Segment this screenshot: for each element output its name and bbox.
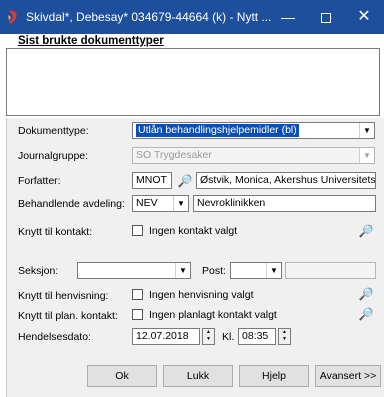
binoculars-icon[interactable]: 🔎 [176,174,194,188]
avdeling-code: NEV [136,197,158,209]
henvisning-checkbox[interactable] [132,289,143,300]
henvisning-option-label: Ingen henvisning valgt [149,289,254,301]
spin-up-icon[interactable]: ▲ [203,329,214,336]
spin-down-icon[interactable]: ▼ [203,336,214,343]
post-select[interactable]: ▼ [230,262,282,279]
spin-up-icon[interactable]: ▲ [279,329,290,336]
forfatter-name-field: Østvik, Monica, Akershus Universitetssy [196,172,376,189]
avdeling-select[interactable]: NEV ▼ [132,195,189,212]
seksjon-select[interactable]: ▼ [77,262,191,279]
maximize-icon [321,13,331,24]
date-field[interactable]: 12.07.2018 [132,328,200,345]
forfatter-code-field[interactable]: MNOT [132,172,172,189]
chevron-down-icon[interactable]: ▼ [173,196,188,211]
dokumenttype-select[interactable]: Utlån behandlingshjelpemidler (bl) ▼ [132,122,375,139]
binoculars-icon[interactable]: 🔎 [357,287,375,301]
hjelp-button[interactable]: Hjelp [239,365,309,387]
app-icon [8,10,17,24]
binoculars-icon[interactable]: 🔎 [357,224,375,238]
post-label: Post: [202,265,226,277]
chevron-down-icon[interactable]: ▼ [359,148,374,163]
plan-kontakt-checkbox[interactable] [132,309,143,320]
spin-down-icon[interactable]: ▼ [279,336,290,343]
recent-doctypes-label: Sist brukte dokumenttyper [18,35,164,47]
seksjon-label: Seksjon: [18,265,59,277]
kontakt-checkbox[interactable] [132,225,143,236]
kontakt-option-label: Ingen kontakt valgt [149,225,238,237]
avdeling-name-field: Nevroklinikken [193,195,376,212]
henvisning-label: Knytt til henvisning: [18,290,109,302]
dokumenttype-value: Utlån behandlingshjelpemidler (bl) [136,124,299,137]
chevron-down-icon[interactable]: ▼ [266,263,281,278]
journalgruppe-select[interactable]: SO Trygdesaker ▼ [132,147,375,164]
lukk-button[interactable]: Lukk [163,365,233,387]
journalgruppe-value: SO Trygdesaker [136,149,212,161]
avdeling-label: Behandlende avdeling: [18,198,125,210]
title-bar[interactable]: Skivdal*, Debesay* 034679-44664 (k) - Ny… [0,0,384,34]
close-button[interactable]: ✕ [346,5,382,29]
kontakt-label: Knytt til kontakt: [18,226,93,238]
time-label: Kl. [222,331,235,343]
avansert-button[interactable]: Avansert >> [315,365,381,387]
ok-button[interactable]: Ok [87,365,157,387]
plan-kontakt-option-label: Ingen planlagt kontakt valgt [149,309,277,321]
time-field[interactable]: 08:35 [238,328,276,345]
hendelsesdato-label: Hendelsesdato: [18,331,91,343]
date-spinner[interactable]: ▲ ▼ [202,328,215,345]
post-name-field [285,262,376,279]
time-spinner[interactable]: ▲ ▼ [278,328,291,345]
journalgruppe-label: Journalgruppe: [18,150,89,162]
plan-kontakt-label: Knytt til plan. kontakt: [18,310,118,322]
dokumenttype-label: Dokumenttype: [18,125,89,137]
recent-doctypes-list[interactable] [6,48,380,116]
minimize-button[interactable]: — [270,5,306,29]
binoculars-icon[interactable]: 🔎 [357,307,375,321]
form-panel: Dokumenttype: Utlån behandlingshjelpemid… [6,118,384,397]
window-title: Skivdal*, Debesay* 034679-44664 (k) - Ny… [26,10,272,24]
chevron-down-icon[interactable]: ▼ [175,263,190,278]
chevron-down-icon[interactable]: ▼ [359,123,374,138]
maximize-button[interactable] [308,5,344,29]
forfatter-label: Forfatter: [18,175,61,187]
